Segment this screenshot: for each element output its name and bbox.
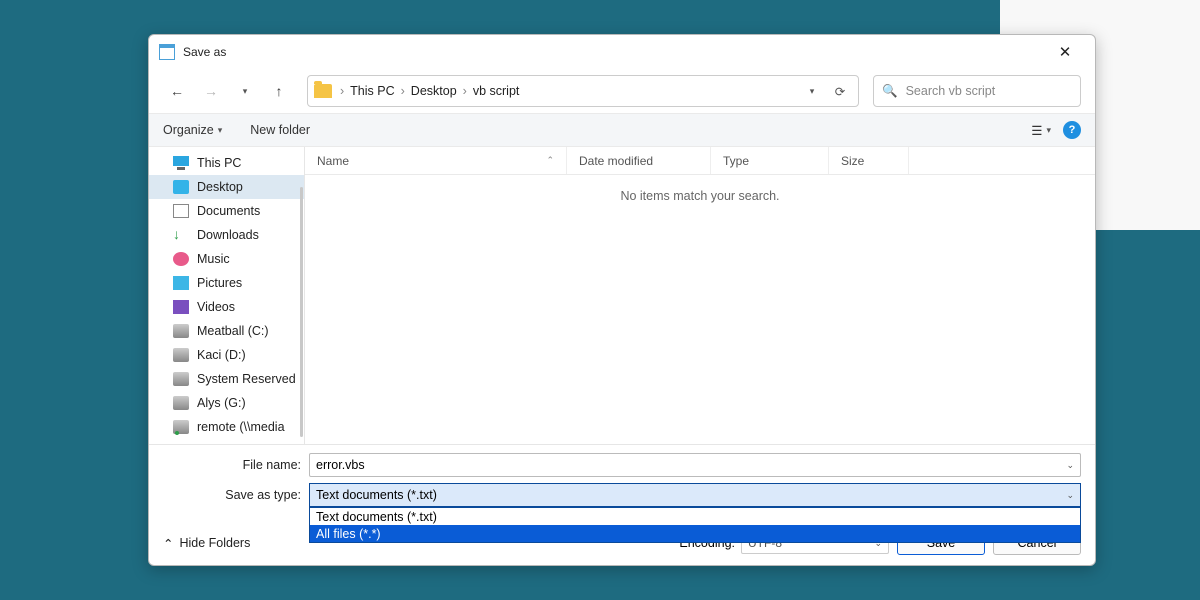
refresh-button[interactable]: ⟳ <box>828 79 852 103</box>
sidebar-item-videos[interactable]: Videos <box>149 295 304 319</box>
sidebar-item-desktop[interactable]: Desktop <box>149 175 304 199</box>
breadcrumb-sep: › <box>401 84 405 98</box>
address-history-button[interactable]: ▾ <box>800 79 824 103</box>
up-button[interactable]: ↑ <box>265 77 293 105</box>
sidebar-item-system-reserved[interactable]: System Reserved <box>149 367 304 391</box>
sidebar-item-label: Meatball (C:) <box>197 324 269 338</box>
drive-icon <box>173 372 189 386</box>
help-button[interactable]: ? <box>1063 121 1081 139</box>
sort-indicator-icon: ⌃ <box>546 155 554 166</box>
sidebar-item-label: remote (\\media <box>197 420 285 434</box>
breadcrumb-sep: › <box>340 84 344 98</box>
dialog-body: This PC Desktop Documents ↓ Downloads Music Pi… <box>149 147 1095 444</box>
breadcrumb-this-pc[interactable]: This PC <box>348 84 396 98</box>
column-name[interactable]: Name⌃ <box>305 147 567 174</box>
empty-message: No items match your search. <box>305 175 1095 444</box>
savetype-value: Text documents (*.txt) <box>316 488 437 502</box>
breadcrumb-sep: › <box>463 84 467 98</box>
savetype-dropdown: Text documents (*.txt) All files (*.*) <box>309 507 1081 543</box>
sidebar-item-label: Alys (G:) <box>197 396 246 410</box>
chevron-down-icon[interactable]: ⌄ <box>1066 460 1074 471</box>
column-headers: Name⌃ Date modified Type Size <box>305 147 1095 175</box>
sidebar-item-label: Kaci (D:) <box>197 348 246 362</box>
column-date[interactable]: Date modified <box>567 147 711 174</box>
filename-label: File name: <box>163 458 309 472</box>
sidebar-item-meatball-c-[interactable]: Meatball (C:) <box>149 319 304 343</box>
sidebar-item-documents[interactable]: Documents <box>149 199 304 223</box>
view-options-button[interactable]: ☰ ▾ <box>1031 123 1051 138</box>
savetype-label: Save as type: <box>163 488 309 502</box>
chevron-up-icon: ⌃ <box>163 536 173 551</box>
breadcrumb-vb-script[interactable]: vb script <box>471 84 522 98</box>
sidebar-item-remote-media[interactable]: remote (\\media <box>149 415 304 439</box>
search-box[interactable]: 🔍 Search vb script <box>873 75 1081 107</box>
dialog-title: Save as <box>183 45 226 59</box>
savetype-option-txt[interactable]: Text documents (*.txt) <box>310 508 1080 525</box>
column-type[interactable]: Type <box>711 147 829 174</box>
sidebar-item-music[interactable]: Music <box>149 247 304 271</box>
back-button[interactable]: ← <box>163 77 191 105</box>
sidebar-item-label: Music <box>197 252 230 266</box>
sidebar-item-alys-g-[interactable]: Alys (G:) <box>149 391 304 415</box>
sidebar-item-label: Pictures <box>197 276 242 290</box>
drive-icon <box>173 396 189 410</box>
vid-icon <box>173 300 189 314</box>
sidebar-item-label: Downloads <box>197 228 259 242</box>
filename-input[interactable]: error.vbs ⌄ <box>309 453 1081 477</box>
doc-icon <box>173 204 189 218</box>
desktop-icon <box>173 180 189 194</box>
sidebar-item-downloads[interactable]: ↓ Downloads <box>149 223 304 247</box>
sidebar-scrollbar[interactable] <box>300 187 303 437</box>
chevron-down-icon: ▾ <box>218 125 223 136</box>
sidebar-item-this-pc[interactable]: This PC <box>149 151 304 175</box>
pc-icon <box>173 156 189 170</box>
search-placeholder: Search vb script <box>906 84 996 98</box>
savetype-option-all[interactable]: All files (*.*) <box>310 525 1080 542</box>
notepad-icon <box>159 44 175 60</box>
address-bar[interactable]: › This PC › Desktop › vb script ▾ ⟳ <box>307 75 859 107</box>
pic-icon <box>173 276 189 290</box>
sidebar-item-label: Documents <box>197 204 260 218</box>
save-as-dialog: Save as ✕ ← → ▾ ↑ › This PC › Desktop › … <box>148 34 1096 566</box>
column-size[interactable]: Size <box>829 147 909 174</box>
breadcrumb-desktop[interactable]: Desktop <box>409 84 459 98</box>
savetype-combo[interactable]: Text documents (*.txt) ⌄ Text documents … <box>309 483 1081 507</box>
chevron-down-icon: ⌄ <box>1066 490 1074 501</box>
music-icon <box>173 252 189 266</box>
new-folder-button[interactable]: New folder <box>250 123 310 137</box>
sidebar-item-kaci-d-[interactable]: Kaci (D:) <box>149 343 304 367</box>
organize-label: Organize <box>163 123 214 137</box>
sidebar-item-label: This PC <box>197 156 241 170</box>
sidebar-item-label: Desktop <box>197 180 243 194</box>
file-list-pane: Name⌃ Date modified Type Size No items m… <box>305 147 1095 444</box>
footer: File name: error.vbs ⌄ Save as type: Tex… <box>149 444 1095 565</box>
search-icon: 🔍 <box>882 84 898 99</box>
recent-locations-button[interactable]: ▾ <box>231 77 259 105</box>
filename-value: error.vbs <box>316 458 365 472</box>
dl-icon: ↓ <box>173 228 189 242</box>
close-button[interactable]: ✕ <box>1043 37 1087 67</box>
folder-icon <box>314 84 332 98</box>
hide-folders-label: Hide Folders <box>179 536 250 550</box>
drive-icon <box>173 348 189 362</box>
toolbar: Organize ▾ New folder ☰ ▾ ? <box>149 113 1095 147</box>
navigation-bar: ← → ▾ ↑ › This PC › Desktop › vb script … <box>149 69 1095 113</box>
sidebar-item-pictures[interactable]: Pictures <box>149 271 304 295</box>
hide-folders-button[interactable]: ⌃ Hide Folders <box>163 536 250 551</box>
drive-icon <box>173 324 189 338</box>
sidebar-item-label: System Reserved <box>197 372 296 386</box>
titlebar: Save as ✕ <box>149 35 1095 69</box>
net-icon <box>173 420 189 434</box>
organize-menu[interactable]: Organize ▾ <box>163 123 222 137</box>
forward-button[interactable]: → <box>197 77 225 105</box>
sidebar: This PC Desktop Documents ↓ Downloads Music Pi… <box>149 147 305 444</box>
sidebar-item-label: Videos <box>197 300 235 314</box>
